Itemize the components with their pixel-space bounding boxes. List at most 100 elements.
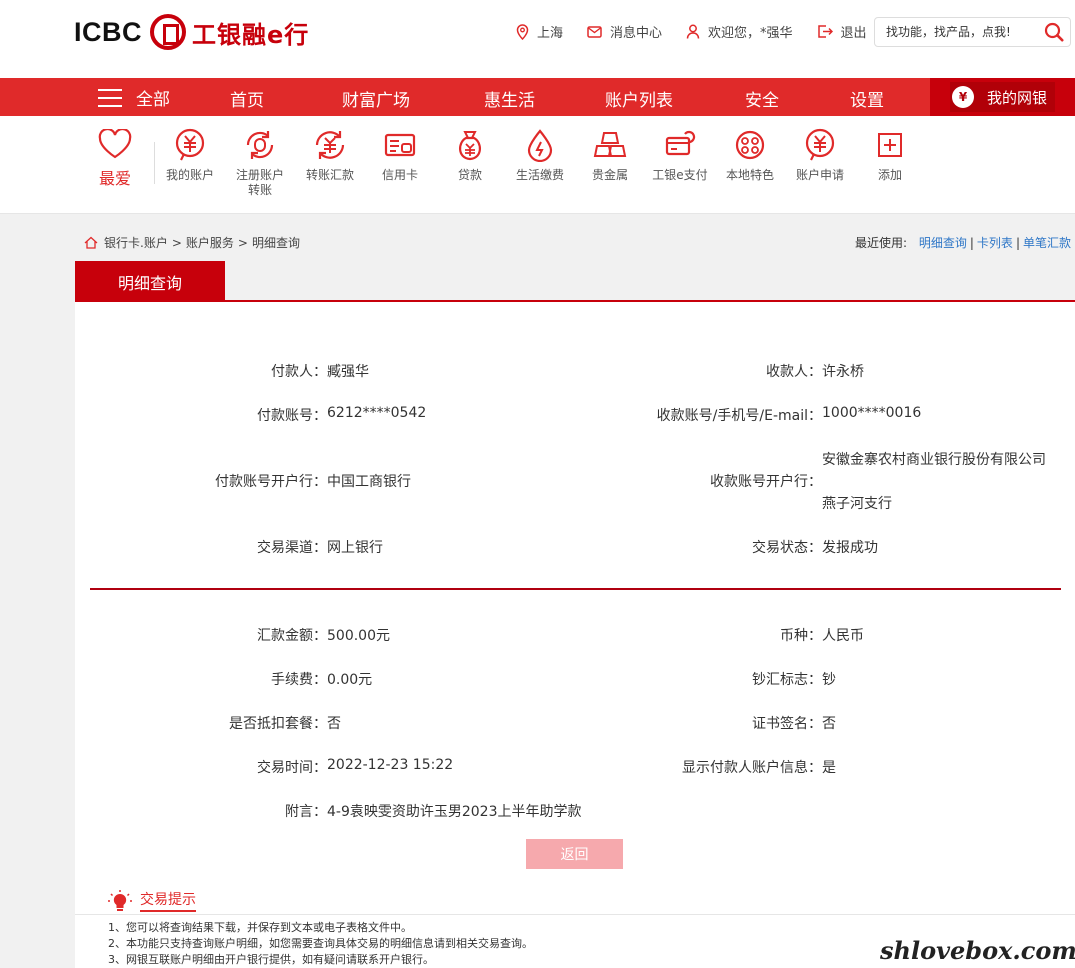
nav-all-menu[interactable]: 全部 bbox=[98, 85, 170, 110]
money-bag-icon: ¥ bbox=[952, 86, 974, 108]
search-icon bbox=[1044, 22, 1064, 42]
quick-label: 注册账户 转账 bbox=[235, 168, 284, 197]
quick-loan[interactable]: 贷款 bbox=[435, 128, 505, 183]
quick-gold[interactable]: 贵金属 bbox=[575, 128, 645, 183]
quick-transfer[interactable]: 转账汇款 bbox=[295, 128, 365, 183]
lightbulb-icon bbox=[108, 889, 132, 911]
register-transfer-icon bbox=[246, 131, 274, 159]
location-pin-icon bbox=[516, 23, 529, 40]
utility-drop-icon bbox=[527, 129, 553, 162]
amount-row: 汇款金额： 500.00元 bbox=[75, 625, 390, 645]
payer-bank-row: 付款账号开户行： 中国工商银行 bbox=[75, 471, 411, 491]
breadcrumb-l2[interactable]: 账户服务 bbox=[186, 234, 234, 251]
fee-value: 0.00元 bbox=[327, 672, 373, 688]
quick-utility[interactable]: 生活缴费 bbox=[505, 128, 575, 183]
top-header: ICBC 工银融e行 上海 消息中心 欢迎您，*强华 退出 bbox=[0, 0, 1075, 78]
icbc-seal-icon bbox=[150, 14, 186, 50]
add-icon bbox=[878, 133, 902, 157]
nav-all-label: 全部 bbox=[136, 90, 170, 110]
payee-account-row: 收款账号/手机号/E-mail： 1000****0016 bbox=[575, 405, 922, 425]
tips-title: 交易提示 bbox=[140, 889, 196, 912]
user-icon bbox=[686, 24, 700, 39]
payee-bank-label: 收款账号开户行： bbox=[710, 474, 822, 490]
section-divider bbox=[90, 588, 1061, 590]
nav-item-life[interactable]: 惠生活 bbox=[484, 86, 535, 111]
cash-flag-row: 钞汇标志： 钞 bbox=[575, 669, 836, 689]
quick-account-apply[interactable]: 账户申请 bbox=[785, 128, 855, 183]
tab-detail-query[interactable]: 明细查询 bbox=[75, 261, 225, 302]
logout-icon bbox=[817, 25, 833, 38]
location-label: 上海 bbox=[537, 26, 564, 41]
cert-value: 否 bbox=[822, 716, 836, 732]
amount-value: 500.00元 bbox=[327, 628, 390, 644]
favorites[interactable]: 最爱 bbox=[98, 127, 132, 189]
welcome-label: 欢迎您，*强华 bbox=[708, 26, 793, 41]
search-input[interactable] bbox=[886, 25, 1036, 39]
quick-local[interactable]: 本地特色 bbox=[715, 128, 785, 183]
welcome-user[interactable]: 欢迎您，*强华 bbox=[686, 22, 793, 41]
package-value: 否 bbox=[327, 716, 341, 732]
cert-row: 证书签名： 否 bbox=[575, 713, 836, 733]
channel-row: 交易渠道： 网上银行 bbox=[75, 537, 383, 557]
package-row: 是否抵扣套餐： 否 bbox=[75, 713, 341, 733]
recent-used: 最近使用: 明细查询 | 卡列表 | 单笔汇款 bbox=[854, 236, 1071, 250]
status-label: 交易状态： bbox=[752, 540, 822, 556]
currency-row: 币种： 人民币 bbox=[575, 625, 864, 645]
logo-text-en: ICBC bbox=[74, 16, 142, 47]
show-payer-label: 显示付款人账户信息： bbox=[682, 760, 822, 776]
my-bank-button[interactable]: ¥ 我的网银 bbox=[950, 82, 1055, 112]
nav-item-wealth[interactable]: 财富广场 bbox=[342, 86, 410, 111]
quick-label: 添加 bbox=[877, 168, 902, 182]
logout-link[interactable]: 退出 bbox=[817, 22, 867, 41]
show-payer-value: 是 bbox=[822, 760, 836, 776]
recent-link-transfer[interactable]: 单笔汇款 bbox=[1023, 236, 1071, 250]
nav-item-security[interactable]: 安全 bbox=[745, 86, 779, 111]
gold-bars-icon bbox=[593, 132, 627, 157]
breadcrumb-l1[interactable]: 银行卡.账户 bbox=[104, 234, 168, 251]
home-icon bbox=[84, 236, 98, 249]
quick-label: 贵金属 bbox=[591, 168, 628, 182]
hamburger-icon bbox=[98, 88, 122, 107]
tips-divider bbox=[75, 914, 1075, 915]
quick-add[interactable]: 添加 bbox=[855, 128, 925, 183]
payee-account-label: 收款账号/手机号/E-mail： bbox=[656, 408, 822, 424]
quick-my-account[interactable]: 我的账户 bbox=[155, 128, 225, 183]
channel-value: 网上银行 bbox=[327, 540, 383, 556]
payer-value: 臧强华 bbox=[327, 364, 369, 380]
recent-label: 最近使用: bbox=[854, 236, 908, 250]
search-button[interactable] bbox=[1044, 22, 1064, 45]
breadcrumb-l3: 明细查询 bbox=[251, 236, 300, 250]
cash-flag-label: 钞汇标志： bbox=[752, 672, 822, 688]
time-label: 交易时间： bbox=[257, 760, 327, 776]
message-center-link[interactable]: 消息中心 bbox=[587, 22, 662, 41]
loan-bag-icon bbox=[459, 131, 481, 161]
back-button[interactable]: 返回 bbox=[526, 839, 623, 869]
recent-link-cards[interactable]: 卡列表 bbox=[977, 236, 1013, 250]
nav-item-home[interactable]: 首页 bbox=[230, 86, 264, 111]
message-center-label: 消息中心 bbox=[610, 26, 663, 41]
show-payer-row: 显示付款人账户信息： 是 bbox=[575, 757, 836, 777]
quick-register-transfer[interactable]: 注册账户 转账 bbox=[225, 128, 295, 198]
quick-credit-card[interactable]: 信用卡 bbox=[365, 128, 435, 183]
watermark: shlovebox.com bbox=[880, 936, 1075, 965]
time-row: 交易时间： 2022-12-23 15:22 bbox=[75, 757, 453, 777]
currency-value: 人民币 bbox=[822, 628, 864, 644]
icbc-logo[interactable]: ICBC 工银融e行 bbox=[74, 12, 309, 52]
main-nav: 全部 首页 财富广场 惠生活 账户列表 安全 设置 ¥ 我的网银 bbox=[0, 78, 1075, 116]
payer-account-row: 付款账号： 6212****0542 bbox=[75, 405, 426, 425]
nav-item-settings[interactable]: 设置 bbox=[850, 86, 884, 111]
account-apply-icon bbox=[805, 128, 835, 161]
location-link[interactable]: 上海 bbox=[516, 22, 563, 41]
breadcrumb-sep: > bbox=[171, 235, 182, 250]
payer-bank-label: 付款账号开户行： bbox=[215, 474, 327, 490]
quick-epay[interactable]: 工银e支付 bbox=[645, 128, 715, 183]
payee-bank-row: 收款账号开户行： bbox=[575, 471, 822, 491]
quick-label: 生活缴费 bbox=[515, 168, 564, 182]
nav-item-accounts[interactable]: 账户列表 bbox=[605, 86, 673, 111]
logout-label: 退出 bbox=[840, 26, 867, 41]
channel-label: 交易渠道： bbox=[257, 540, 327, 556]
transfer-icon bbox=[315, 131, 345, 159]
recent-link-detail[interactable]: 明细查询 bbox=[919, 236, 967, 250]
logo-text-cn: 工银融e行 bbox=[192, 20, 310, 49]
cert-label: 证书签名： bbox=[752, 716, 822, 732]
